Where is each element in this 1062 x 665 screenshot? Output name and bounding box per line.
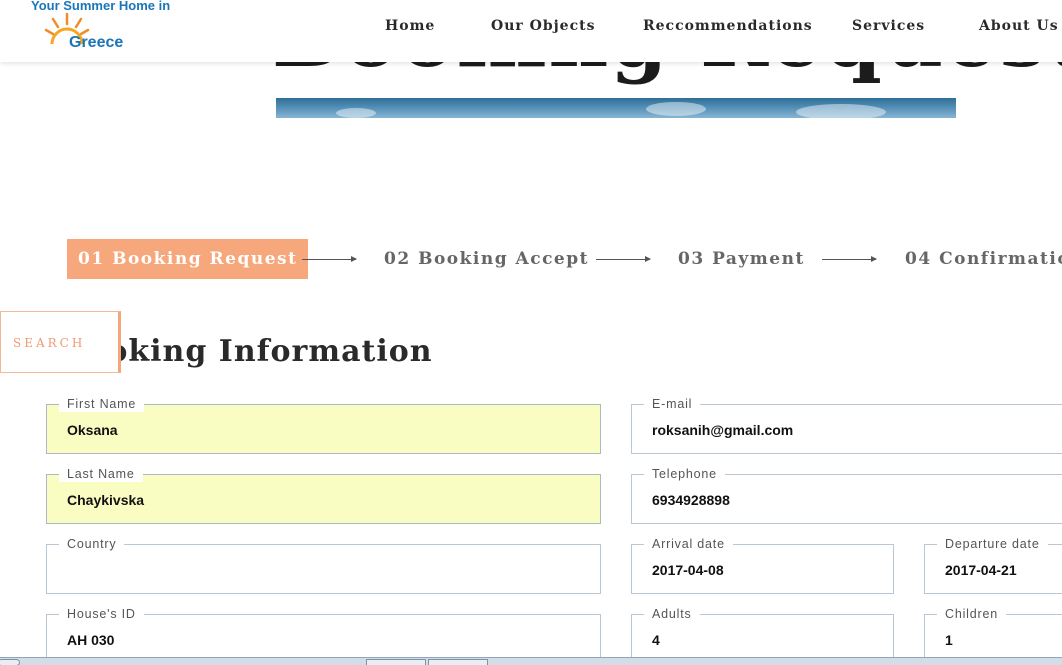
start-button[interactable] <box>0 659 20 665</box>
children-label: Children <box>937 606 1006 622</box>
country-field[interactable]: Country <box>46 536 601 594</box>
first-name-label: First Name <box>59 396 145 412</box>
logo-wordmark[interactable]: Greece <box>69 34 123 52</box>
last-name-value: Chaykivska <box>67 492 145 508</box>
step-payment: 03 Payment <box>678 249 805 269</box>
step-arrow-icon <box>302 256 357 262</box>
email-field[interactable]: E-mail roksanih@gmail.com <box>631 396 1062 454</box>
step-booking-request: 01 Booking Request <box>67 239 309 279</box>
arrival-date-label: Arrival date <box>644 536 733 552</box>
departure-date-field[interactable]: Departure date 2017-04-21 <box>924 536 1062 594</box>
nav-recommendations[interactable]: Reccommendations <box>643 18 813 34</box>
telephone-value: 6934928898 <box>652 492 730 508</box>
house-id-value: AH 030 <box>67 632 115 648</box>
step-arrow-icon <box>822 256 877 262</box>
site-header: Your Summer Home in Greece Home Our Obje… <box>0 0 1062 62</box>
adults-value: 4 <box>652 632 660 648</box>
search-tab-label: SEARCH <box>13 336 86 350</box>
email-value: roksanih@gmail.com <box>652 422 794 438</box>
taskbar-app-button[interactable] <box>366 659 426 665</box>
taskbar-app-button[interactable] <box>428 659 488 665</box>
nav-about-us[interactable]: About Us <box>979 18 1059 34</box>
house-id-label: House's ID <box>59 606 144 622</box>
departure-date-label: Departure date <box>937 536 1048 552</box>
nav-services[interactable]: Services <box>852 18 925 34</box>
search-tab-button[interactable]: SEARCH <box>0 311 121 373</box>
nav-home[interactable]: Home <box>385 18 435 34</box>
nav-our-objects[interactable]: Our Objects <box>491 18 595 34</box>
departure-date-value: 2017-04-21 <box>945 562 1017 578</box>
adults-label: Adults <box>644 606 700 622</box>
step-confirmation: 04 Confirmation <box>905 249 1062 269</box>
os-taskbar <box>0 657 1062 665</box>
children-value: 1 <box>945 632 953 648</box>
telephone-field[interactable]: Telephone 6934928898 <box>631 466 1062 524</box>
country-label: Country <box>59 536 125 552</box>
first-name-value: Oksana <box>67 422 118 438</box>
arrival-date-field[interactable]: Arrival date 2017-04-08 <box>631 536 894 594</box>
last-name-label: Last Name <box>59 466 143 482</box>
first-name-field[interactable]: First Name Oksana <box>46 396 601 454</box>
hero-image <box>276 98 956 118</box>
step-booking-accept: 02 Booking Accept <box>384 249 589 269</box>
arrival-date-value: 2017-04-08 <box>652 562 724 578</box>
last-name-field[interactable]: Last Name Chaykivska <box>46 466 601 524</box>
email-label: E-mail <box>644 396 701 412</box>
step-arrow-icon <box>596 256 651 262</box>
telephone-label: Telephone <box>644 466 725 482</box>
